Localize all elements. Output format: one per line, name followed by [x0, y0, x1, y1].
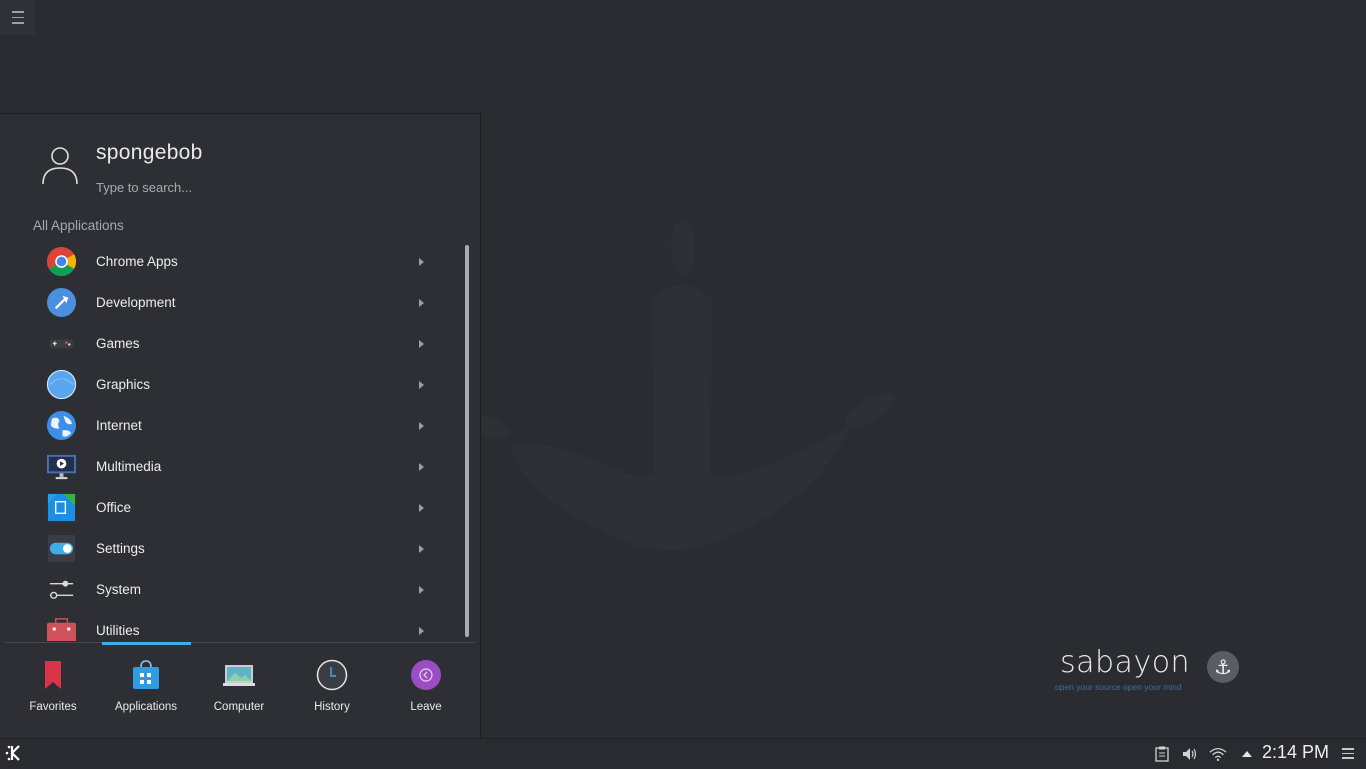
app-category-label: Graphics	[96, 377, 151, 392]
tray-expand-icon[interactable]	[1238, 745, 1256, 763]
clock-icon	[316, 659, 348, 691]
graphics-icon	[46, 369, 77, 400]
app-category-games[interactable]: Games	[0, 323, 462, 364]
applications-bag-icon	[130, 659, 162, 691]
tab-leave[interactable]: Leave	[381, 645, 471, 715]
app-category-label: Games	[96, 336, 140, 351]
app-category-label: Development	[96, 295, 176, 310]
application-list-scrollbar[interactable]	[465, 245, 471, 637]
user-avatar-icon	[42, 147, 78, 185]
panel-menu-icon[interactable]	[1342, 748, 1354, 762]
app-category-label: Office	[96, 500, 132, 515]
tab-label: Applications	[114, 701, 177, 713]
sabayon-watermark	[475, 219, 895, 550]
app-category-chrome-apps[interactable]: Chrome Apps	[0, 241, 462, 282]
app-category-label: Settings	[96, 541, 145, 556]
clipboard-icon[interactable]	[1153, 745, 1171, 763]
app-category-internet[interactable]: Internet	[0, 405, 462, 446]
application-launcher: spongebob All Applications Chrome Apps	[0, 113, 481, 738]
tab-label: Favorites	[29, 701, 77, 713]
app-category-label: Multimedia	[96, 459, 162, 474]
clock[interactable]: 2:14 PM	[1262, 742, 1329, 763]
tab-favorites[interactable]: Favorites	[8, 645, 98, 715]
section-title: All Applications	[33, 218, 124, 233]
app-category-utilities[interactable]: Utilities	[0, 610, 462, 641]
desktop-menu-button[interactable]	[0, 0, 35, 35]
submenu-arrow-icon	[419, 544, 424, 553]
app-category-multimedia[interactable]: Multimedia	[0, 446, 462, 487]
app-category-label: Internet	[96, 418, 142, 433]
tab-applications[interactable]: Applications	[101, 645, 191, 715]
volume-icon[interactable]	[1181, 745, 1199, 763]
launcher-tabs: Favorites Applications Computer History …	[0, 645, 480, 715]
brand-tagline: open your source open your mind	[1055, 682, 1182, 692]
tab-label: Leave	[410, 701, 442, 713]
leave-icon	[410, 659, 442, 691]
app-category-graphics[interactable]: Graphics	[0, 364, 462, 405]
wifi-icon[interactable]	[1209, 745, 1227, 763]
multimedia-icon	[46, 451, 77, 482]
scrollbar-thumb[interactable]	[465, 245, 469, 637]
app-category-label: System	[96, 582, 142, 597]
chrome-icon	[46, 246, 77, 277]
bookmark-icon	[37, 659, 69, 691]
submenu-arrow-icon	[419, 585, 424, 594]
application-list: Chrome Apps Development Games Graphics I…	[0, 241, 462, 641]
user-name: spongebob	[96, 141, 203, 164]
app-category-label: Utilities	[96, 623, 140, 638]
kde-launcher-icon[interactable]	[4, 742, 26, 764]
submenu-arrow-icon	[419, 380, 424, 389]
system-sliders-icon	[46, 574, 77, 605]
settings-toggle-icon	[46, 533, 77, 564]
hamburger-icon	[11, 9, 24, 26]
submenu-arrow-icon	[419, 462, 424, 471]
tab-label: Computer	[213, 701, 265, 713]
sabayon-logo: sabayon ⚓ open your source open your min…	[1055, 645, 1255, 700]
app-category-settings[interactable]: Settings	[0, 528, 462, 569]
tab-label: History	[314, 701, 350, 713]
tab-history[interactable]: History	[287, 645, 377, 715]
taskbar: 2:14 PM	[0, 738, 1366, 769]
brand-name: sabayon	[1060, 645, 1191, 680]
submenu-arrow-icon	[419, 503, 424, 512]
submenu-arrow-icon	[419, 257, 424, 266]
development-icon	[46, 287, 77, 318]
search-input[interactable]	[96, 176, 396, 198]
app-category-office[interactable]: Office	[0, 487, 462, 528]
computer-icon	[223, 659, 255, 691]
office-icon	[46, 492, 77, 523]
tab-divider	[5, 642, 475, 643]
globe-icon	[46, 410, 77, 441]
app-category-system[interactable]: System	[0, 569, 462, 610]
gamepad-icon	[46, 328, 77, 359]
tab-computer[interactable]: Computer	[194, 645, 284, 715]
app-category-development[interactable]: Development	[0, 282, 462, 323]
submenu-arrow-icon	[419, 626, 424, 635]
submenu-arrow-icon	[419, 421, 424, 430]
toolbox-icon	[46, 615, 77, 641]
anchor-icon: ⚓	[1207, 651, 1239, 683]
app-category-label: Chrome Apps	[96, 254, 178, 269]
submenu-arrow-icon	[419, 339, 424, 348]
submenu-arrow-icon	[419, 298, 424, 307]
